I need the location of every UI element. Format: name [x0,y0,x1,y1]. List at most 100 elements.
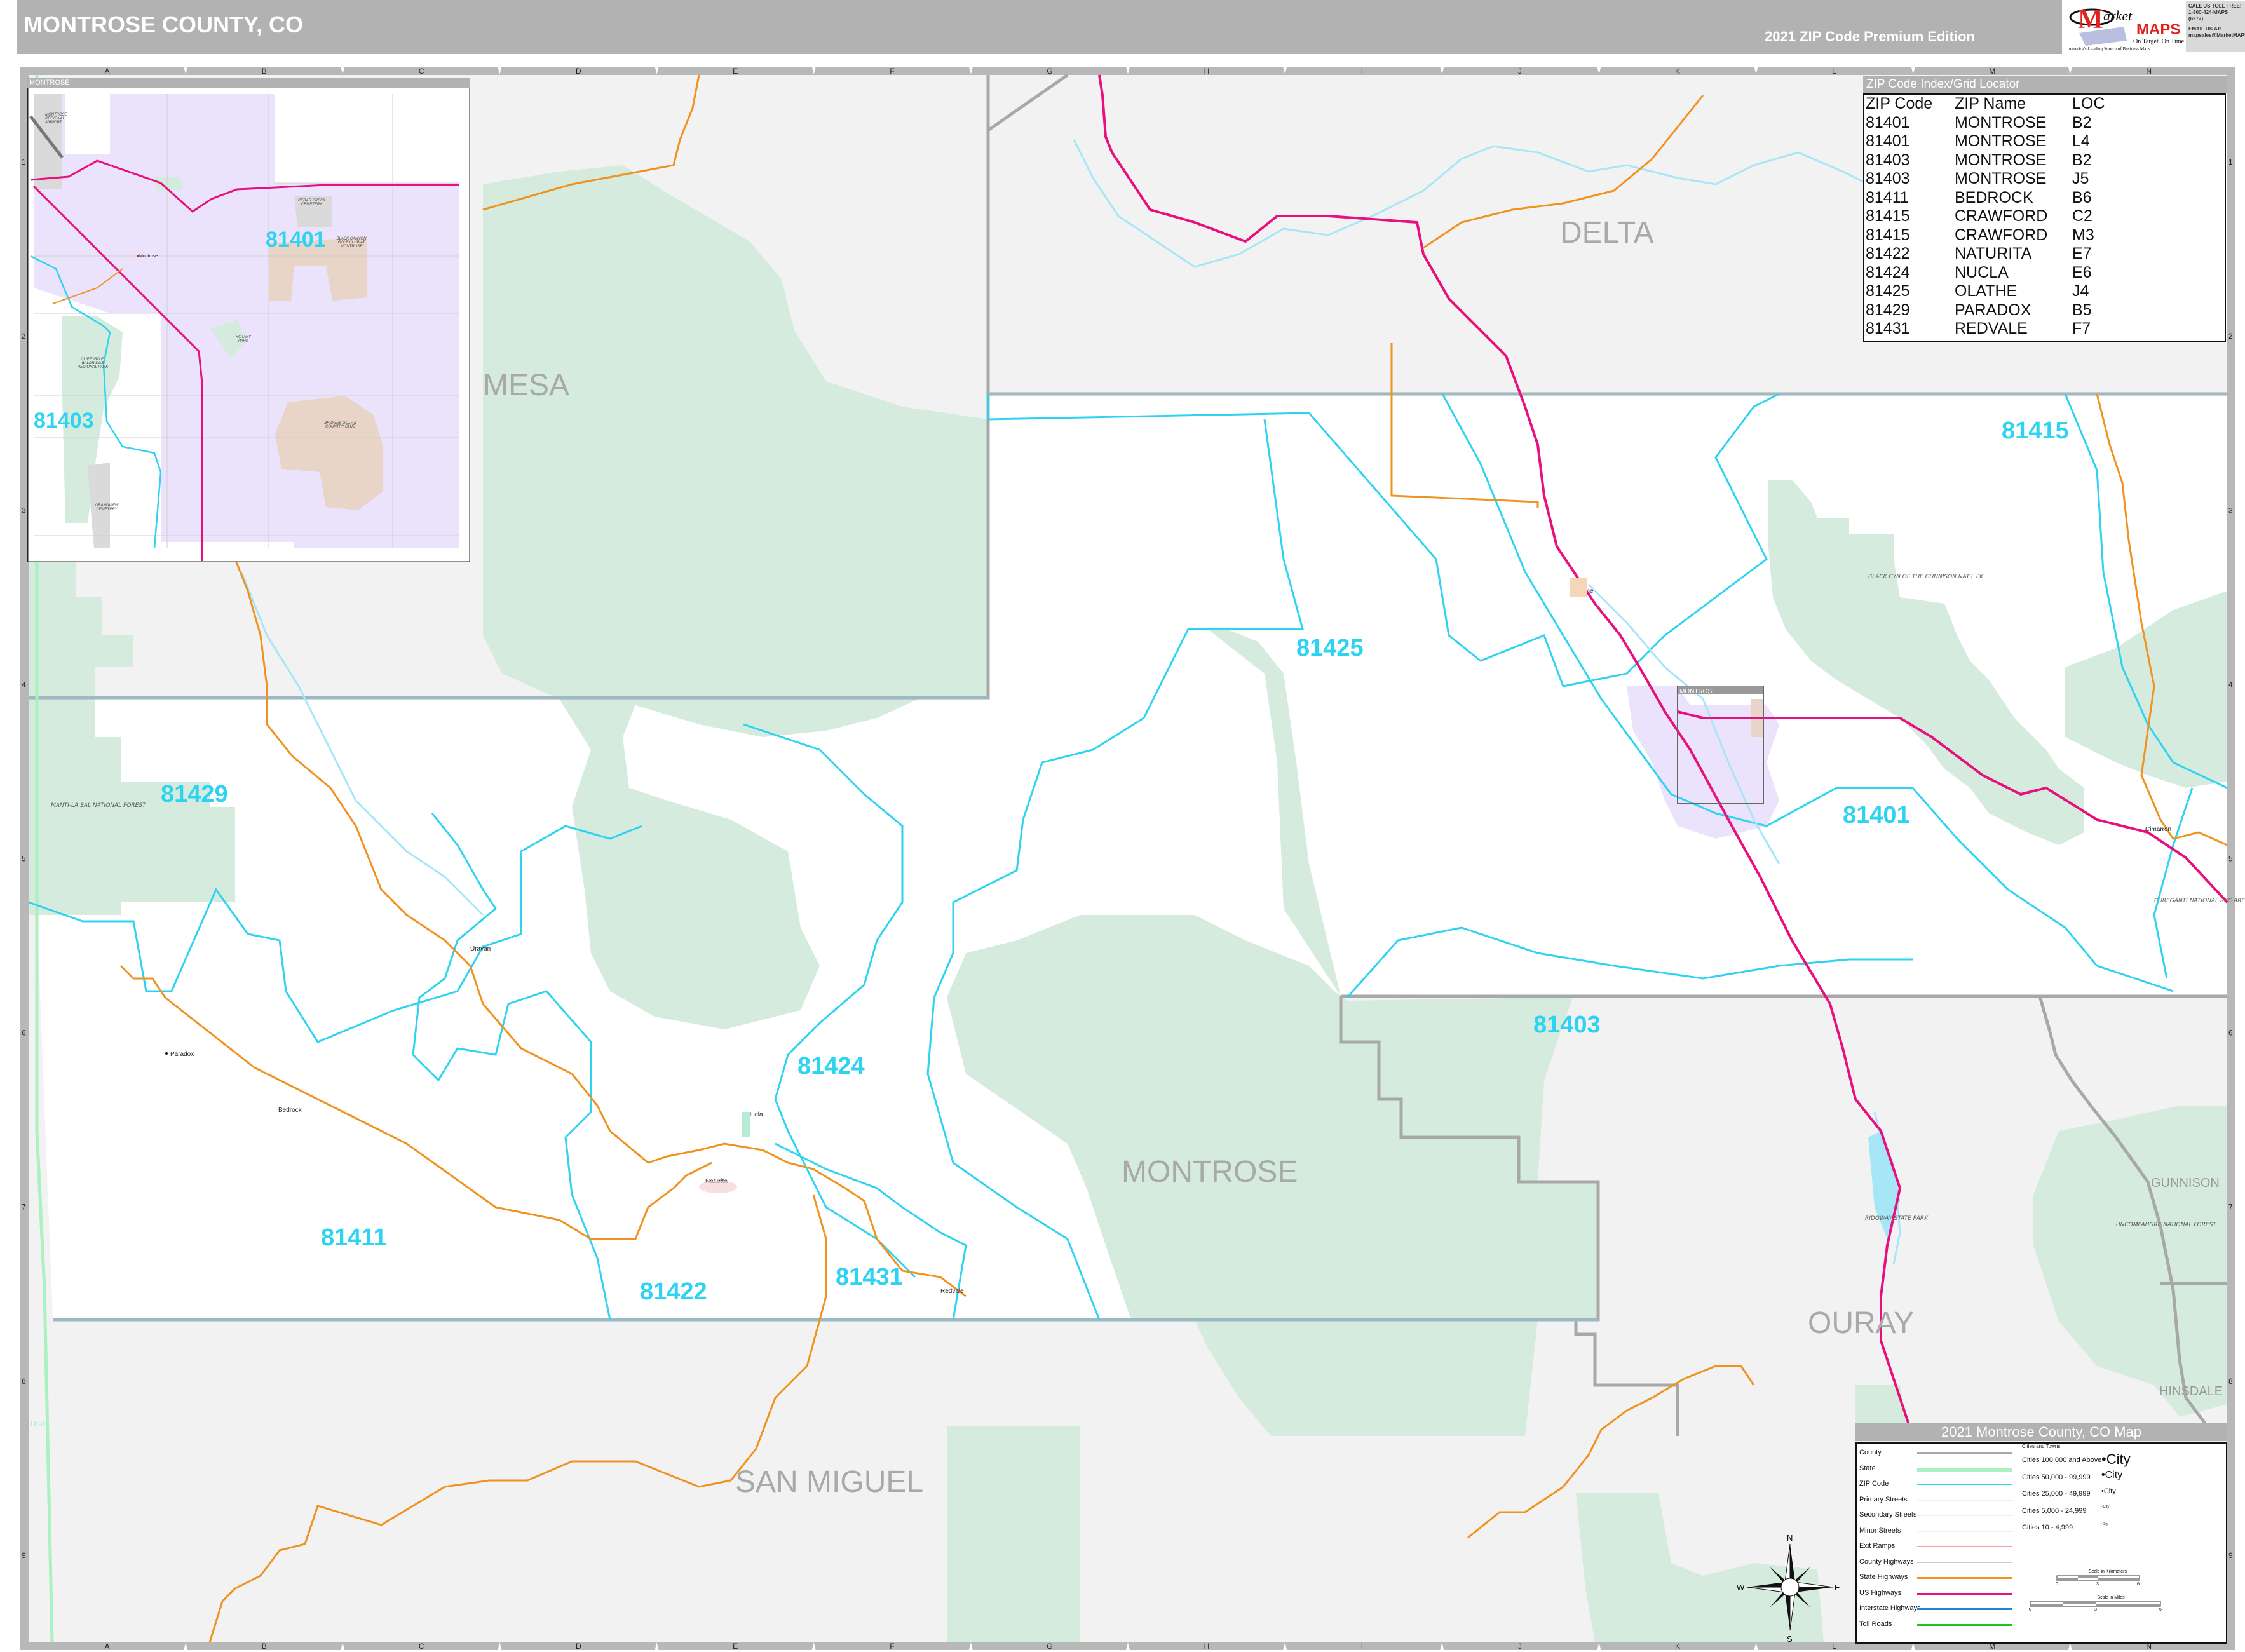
compass-s: S [1787,1634,1793,1644]
legend-line-swatch [1917,1499,2012,1501]
zip-label-81422[interactable]: 81422 [640,1278,707,1305]
legend-item-label: Primary Streets [1859,1495,1908,1503]
city-dot-icon: • [2101,1451,2106,1468]
legend-city-sample: City [2103,1505,2110,1510]
legend-cities-heading: Cities and Towns [2022,1444,2061,1449]
zip-name-cell: CRAWFORD [1955,207,2048,225]
inset-city-label: Montrose [139,254,158,259]
loc-cell: B2 [2072,151,2092,169]
scale-km-tick-3: 3 [2096,1582,2099,1587]
legend-item-label: County Highways [1859,1557,1914,1566]
place-label-uravan: Uravan [470,945,491,952]
county-label-ouray: OURAY [1808,1306,1914,1340]
zip-label-81411[interactable]: 81411 [321,1224,387,1251]
legend-city-sample: City [2103,1487,2116,1496]
park-label-curecanti: CUREGANTI NATIONAL REC AREA [2154,898,2245,904]
zip-code-cell: 81429 [1866,301,1910,319]
inset-map[interactable]: 81401 81403 Montrose MONTROSE MONTROSE R… [26,77,471,564]
loc-cell: L4 [2072,132,2090,150]
scale-mi-bar [2030,1601,2161,1607]
county-label-montrose: MONTROSE [1122,1155,1298,1189]
zip-label-81431[interactable]: 81431 [836,1264,903,1290]
zip-index-table: ZIP Code ZIP Name LOC 81401 MONTROSE B2 814… [1866,95,2105,339]
grid-col-bottom-E: E [733,1642,738,1651]
zip-index-row: 81415 CRAWFORD C2 [1866,207,2105,226]
grid-col-top-E: E [733,67,738,76]
legend-line-swatch [1917,1530,2012,1532]
zip-label-81401[interactable]: 81401 [1843,802,1910,829]
zip-name-cell: MONTROSE [1955,151,2047,169]
col-header-loc: LOC [2072,95,2105,112]
county-label-mesa: MESA [483,369,569,402]
legend-city-sample: City [2106,1451,2131,1468]
legend-title: 2021 Montrose County, CO Map [1855,1423,2227,1441]
zip-code-cell: 81401 [1866,113,1910,132]
compass-e: E [1835,1583,1840,1592]
zip-name-cell: MONTROSE [1955,170,2047,187]
legend-line-swatch [1917,1452,2012,1454]
legend-city-class: Cities 10 - 4,999 [2022,1524,2073,1531]
grid-col-top-A: A [105,67,110,76]
grid-row-left-1: 1 [22,158,26,166]
legend-city-sample-wrap: •City [2101,1522,2108,1526]
inset-map-svg: 81401 81403 Montrose [26,77,471,564]
zip-label-81425[interactable]: 81425 [1296,635,1364,661]
place-label-paradox: Paradox [170,1051,194,1058]
zip-index-row: 81425 OLATHE J4 [1866,282,2105,301]
loc-cell: B5 [2072,301,2092,319]
loc-cell: C2 [2072,207,2092,225]
grid-col-bottom-A: A [105,1642,110,1651]
county-label-gunnison: GUNNISON [2151,1176,2220,1190]
grid-row-right-8: 8 [2228,1377,2233,1386]
scale-km-tick-0: 0 [2056,1582,2058,1587]
scale-mi-label: Scale in Miles [2097,1595,2125,1600]
col-header-zip-code: ZIP Code [1866,95,1933,112]
grid-row-right-5: 5 [2228,855,2233,863]
legend-item-label: State Highways [1859,1573,1908,1581]
inset-park1-label: ROTARY PARK [235,335,252,343]
compass-n: N [1787,1533,1793,1543]
nucla-area [742,1112,750,1137]
grid-col-top-N: N [2146,67,2152,76]
grid-col-bottom-D: D [576,1642,581,1651]
grid-row-right-4: 4 [2228,680,2233,689]
grid-col-bottom-B: B [262,1642,267,1651]
grid-col-bottom-C: C [419,1642,424,1651]
zip-code-cell: 81403 [1866,170,1910,187]
place-label-cimarron: Cimarron [2145,826,2171,833]
grid-col-top-M: M [1989,67,1995,76]
park-label-ridgway: RIDGWAY STATE PARK [1865,1215,1929,1222]
inset-golf1-label: BLACK CANYON GOLF CLUB AT MONTROSE [336,237,367,248]
legend-item-label: ZIP Code [1859,1480,1889,1487]
scale-mi-tick-6: 6 [2159,1608,2162,1612]
zip-label-81403[interactable]: 81403 [1533,1012,1601,1038]
utah-label: Utah [31,1419,46,1428]
forest-south-middle [947,1426,1080,1642]
grid-row-left-3: 3 [22,506,26,515]
inset-title: MONTROSE [29,79,70,86]
inset-header: MONTROSE [27,78,470,88]
legend-city-sample-wrap: •City [2101,1470,2122,1481]
grid-col-bottom-I: I [1361,1642,1363,1651]
col-header-zip-name: ZIP Name [1955,95,2026,112]
grid-row-left-2: 2 [22,332,26,341]
zip-code-cell: 81403 [1866,151,1910,169]
grid-col-top-J: J [1518,67,1522,76]
zip-name-cell: PARADOX [1955,301,2031,319]
grid-col-bottom-L: L [1832,1642,1836,1651]
zip-label-81424[interactable]: 81424 [797,1053,865,1080]
legend-item-label: Interstate Highways [1859,1604,1921,1612]
zip-label-81415[interactable]: 81415 [2002,417,2069,444]
map-legend: 2021 Montrose County, CO Map County State… [1855,1423,2227,1644]
zip-name-cell: MONTROSE [1955,132,2047,150]
inset-zip-label-81403[interactable]: 81403 [34,409,94,433]
zip-code-cell: 81415 [1866,207,1910,225]
county-label-delta: DELTA [1560,216,1654,250]
zip-code-cell: 81415 [1866,226,1910,244]
grid-col-bottom-J: J [1518,1642,1522,1651]
county-label-hinsdale: HINSDALE [2159,1385,2223,1398]
inset-zip-label-81401[interactable]: 81401 [266,227,326,252]
legend-item-label: State [1859,1464,1876,1472]
zip-label-81429[interactable]: 81429 [161,781,228,808]
legend-city-sample-wrap: •City [2101,1505,2109,1509]
